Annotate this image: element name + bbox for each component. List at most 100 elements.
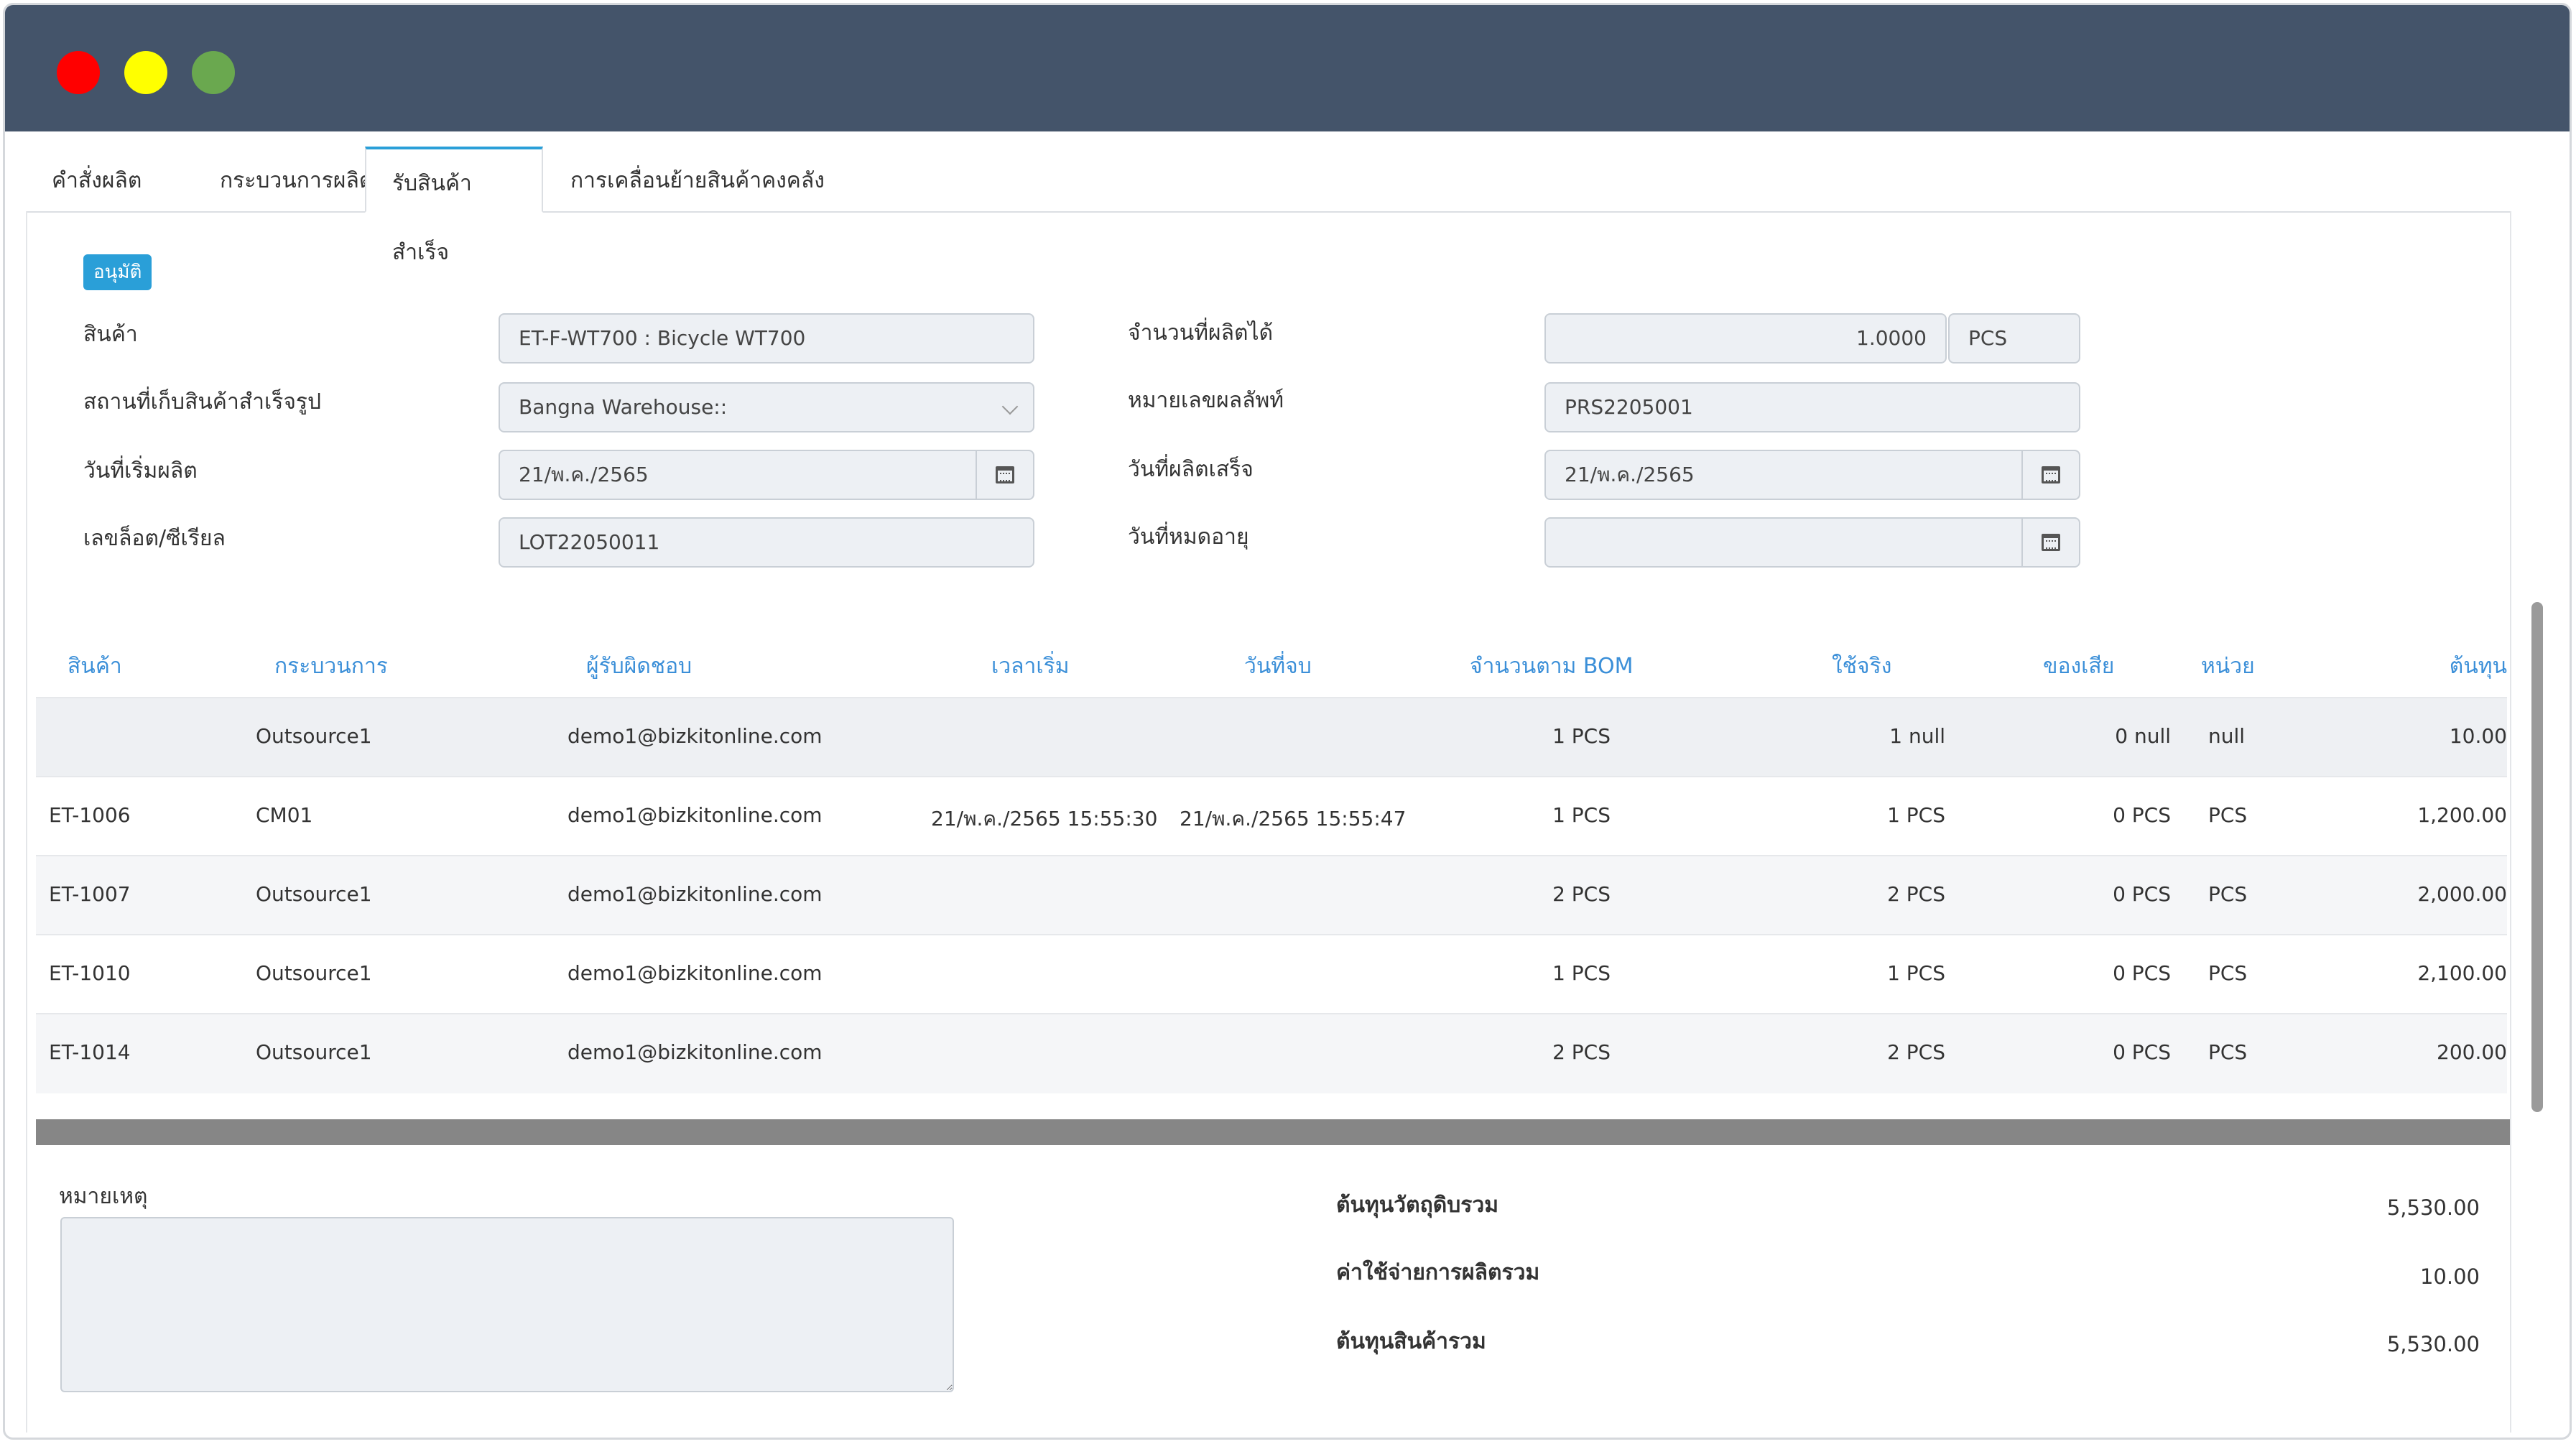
col-header-owner[interactable]: ผู้รับผิดชอบ — [586, 649, 692, 683]
cell-end-date: 21/พ.ค./2565 15:55:47 — [1180, 807, 1407, 830]
summary-production-expense-value: 10.00 — [2419, 1264, 2480, 1289]
cell-cost: 200.00 — [2437, 1040, 2507, 1064]
cell-waste: 0 null — [2115, 724, 2171, 748]
col-header-end-date[interactable]: วันที่จบ — [1244, 649, 1312, 683]
cell-cost: 1,200.00 — [2417, 803, 2507, 827]
cell-owner: demo1@bizkitonline.com — [567, 882, 823, 906]
start-date-calendar-button[interactable] — [976, 450, 1034, 500]
remark-textarea[interactable] — [60, 1217, 954, 1392]
cell-waste: 0 PCS — [2113, 803, 2171, 827]
horizontal-scrollbar[interactable] — [36, 1119, 2510, 1145]
cell-cost: 2,000.00 — [2417, 882, 2507, 906]
col-header-actual[interactable]: ใช้จริง — [1832, 649, 1891, 683]
cell-owner: demo1@bizkitonline.com — [567, 803, 823, 827]
table-row[interactable]: ET-1010 Outsource1 demo1@bizkitonline.co… — [36, 934, 2507, 1014]
cell-actual: 2 PCS — [1887, 1040, 1945, 1064]
chevron-down-icon — [1001, 398, 1019, 415]
cell-unit: PCS — [2208, 1040, 2248, 1064]
product-field[interactable]: ET-F-WT700 : Bicycle WT700 — [499, 313, 1034, 364]
table-header: สินค้า กระบวนการ ผู้รับผิดชอบ เวลาเริ่ม … — [36, 618, 2507, 697]
cell-product: ET-1007 — [49, 882, 131, 906]
table-row[interactable]: Outsource1 demo1@bizkitonline.com 1 PCS … — [36, 697, 2507, 777]
product-label: สินค้า — [83, 322, 138, 347]
summary-total-cost-value: 5,530.00 — [2386, 1332, 2480, 1356]
product-no-field[interactable]: PRS2205001 — [1544, 382, 2080, 432]
cell-bom-qty: 2 PCS — [1552, 1040, 1611, 1064]
start-date-field[interactable]: 21/พ.ค./2565 — [499, 450, 977, 500]
cell-process: Outsource1 — [256, 961, 372, 985]
calendar-icon — [996, 466, 1014, 483]
maximize-window-button[interactable] — [192, 51, 235, 94]
col-header-process[interactable]: กระบวนการ — [274, 649, 388, 683]
cell-unit: null — [2208, 724, 2246, 748]
table-row[interactable]: ET-1014 Outsource1 demo1@bizkitonline.co… — [36, 1013, 2507, 1093]
start-date-label: วันที่เริ่มผลิต — [83, 458, 198, 483]
cell-waste: 0 PCS — [2113, 882, 2171, 906]
cell-start-time: 21/พ.ค./2565 15:55:30 — [931, 807, 1158, 830]
lot-label: เลขล็อต/ซีเรียล — [83, 526, 226, 551]
calendar-icon — [2042, 466, 2060, 483]
product-no-label: หมายเลขผลลัพท์ — [1128, 388, 1284, 413]
col-header-unit[interactable]: หน่วย — [2201, 649, 2255, 683]
cell-product: ET-1014 — [49, 1040, 131, 1064]
cell-waste: 0 PCS — [2113, 1040, 2171, 1064]
calendar-icon — [2042, 534, 2060, 551]
tab-receive-finished-goods[interactable]: รับสินค้าสำเร็จ — [365, 147, 543, 265]
finish-date-label: วันที่ผลิตเสร็จ — [1128, 457, 1254, 482]
finish-date-calendar-button[interactable] — [2021, 450, 2080, 500]
summary-production-expense-label: ค่าใช้จ่ายการผลิตรวม — [1336, 1260, 1540, 1285]
cell-unit: PCS — [2208, 961, 2248, 985]
col-header-product[interactable]: สินค้า — [68, 649, 122, 683]
summary-total-cost-label: ต้นทุนสินค้ารวม — [1336, 1329, 1486, 1354]
cell-process: Outsource1 — [256, 724, 372, 748]
expiry-date-label: วันที่หมดอายุ — [1128, 524, 1249, 550]
cell-unit: PCS — [2208, 803, 2248, 827]
cell-process: CM01 — [256, 803, 313, 827]
cell-unit: PCS — [2208, 882, 2248, 906]
col-header-cost[interactable]: ต้นทุน — [2450, 649, 2507, 683]
cell-actual: 1 PCS — [1887, 961, 1945, 985]
cell-actual: 2 PCS — [1887, 882, 1945, 906]
cell-process: Outsource1 — [256, 882, 372, 906]
cell-cost: 2,100.00 — [2417, 961, 2507, 985]
cell-bom-qty: 2 PCS — [1552, 882, 1611, 906]
warehouse-label: สถานที่เก็บสินค้าสำเร็จรูป — [83, 389, 322, 415]
expiry-date-field[interactable] — [1544, 517, 2023, 568]
finish-date-field[interactable]: 21/พ.ค./2565 — [1544, 450, 2023, 500]
col-header-bom-qty[interactable]: จำนวนตาม BOM — [1470, 649, 1633, 683]
table-row[interactable]: ET-1006 CM01 demo1@bizkitonline.com 21/พ… — [36, 776, 2507, 856]
cell-owner: demo1@bizkitonline.com — [567, 724, 823, 748]
expiry-date-calendar-button[interactable] — [2021, 517, 2080, 568]
summary-material-cost-label: ต้นทุนวัตถุดิบรวม — [1336, 1193, 1499, 1218]
status-badge: อนุมัติ — [83, 254, 152, 290]
cell-cost: 10.00 — [2449, 724, 2507, 748]
warehouse-value: Bangna Warehouse:: — [519, 395, 728, 419]
cell-product: ET-1010 — [49, 961, 131, 985]
col-header-start-time[interactable]: เวลาเริ่ม — [991, 649, 1069, 683]
table-row[interactable]: ET-1007 Outsource1 demo1@bizkitonline.co… — [36, 855, 2507, 935]
summary-material-cost-value: 5,530.00 — [2386, 1195, 2480, 1220]
remark-label: หมายเหตุ — [59, 1184, 148, 1209]
col-header-waste[interactable]: ของเสีย — [2043, 649, 2114, 683]
cell-bom-qty: 1 PCS — [1552, 961, 1611, 985]
tab-bar: คำสั่งผลิต กระบวนการผลิต รับสินค้าสำเร็จ… — [26, 147, 2511, 265]
cell-bom-qty: 1 PCS — [1552, 803, 1611, 827]
qty-unit-field[interactable]: PCS — [1948, 313, 2080, 364]
lot-field[interactable]: LOT22050011 — [499, 517, 1034, 568]
tab-inventory-movement[interactable]: การเคลื่อนย้ายสินค้าคงคลัง — [545, 147, 851, 211]
warehouse-select[interactable]: Bangna Warehouse:: — [499, 382, 1034, 432]
title-bar — [5, 5, 2570, 131]
tab-production-order[interactable]: คำสั่งผลิต — [26, 147, 167, 211]
qty-label: จำนวนที่ผลิตได้ — [1128, 320, 1274, 346]
vertical-scrollbar[interactable] — [2531, 602, 2543, 1112]
cell-owner: demo1@bizkitonline.com — [567, 961, 823, 985]
cell-waste: 0 PCS — [2113, 961, 2171, 985]
cell-bom-qty: 1 PCS — [1552, 724, 1611, 748]
close-window-button[interactable] — [57, 51, 100, 94]
cell-process: Outsource1 — [256, 1040, 372, 1064]
cell-owner: demo1@bizkitonline.com — [567, 1040, 823, 1064]
minimize-window-button[interactable] — [124, 51, 167, 94]
cell-actual: 1 null — [1889, 724, 1945, 748]
qty-field[interactable]: 1.0000 — [1544, 313, 1947, 364]
cell-actual: 1 PCS — [1887, 803, 1945, 827]
